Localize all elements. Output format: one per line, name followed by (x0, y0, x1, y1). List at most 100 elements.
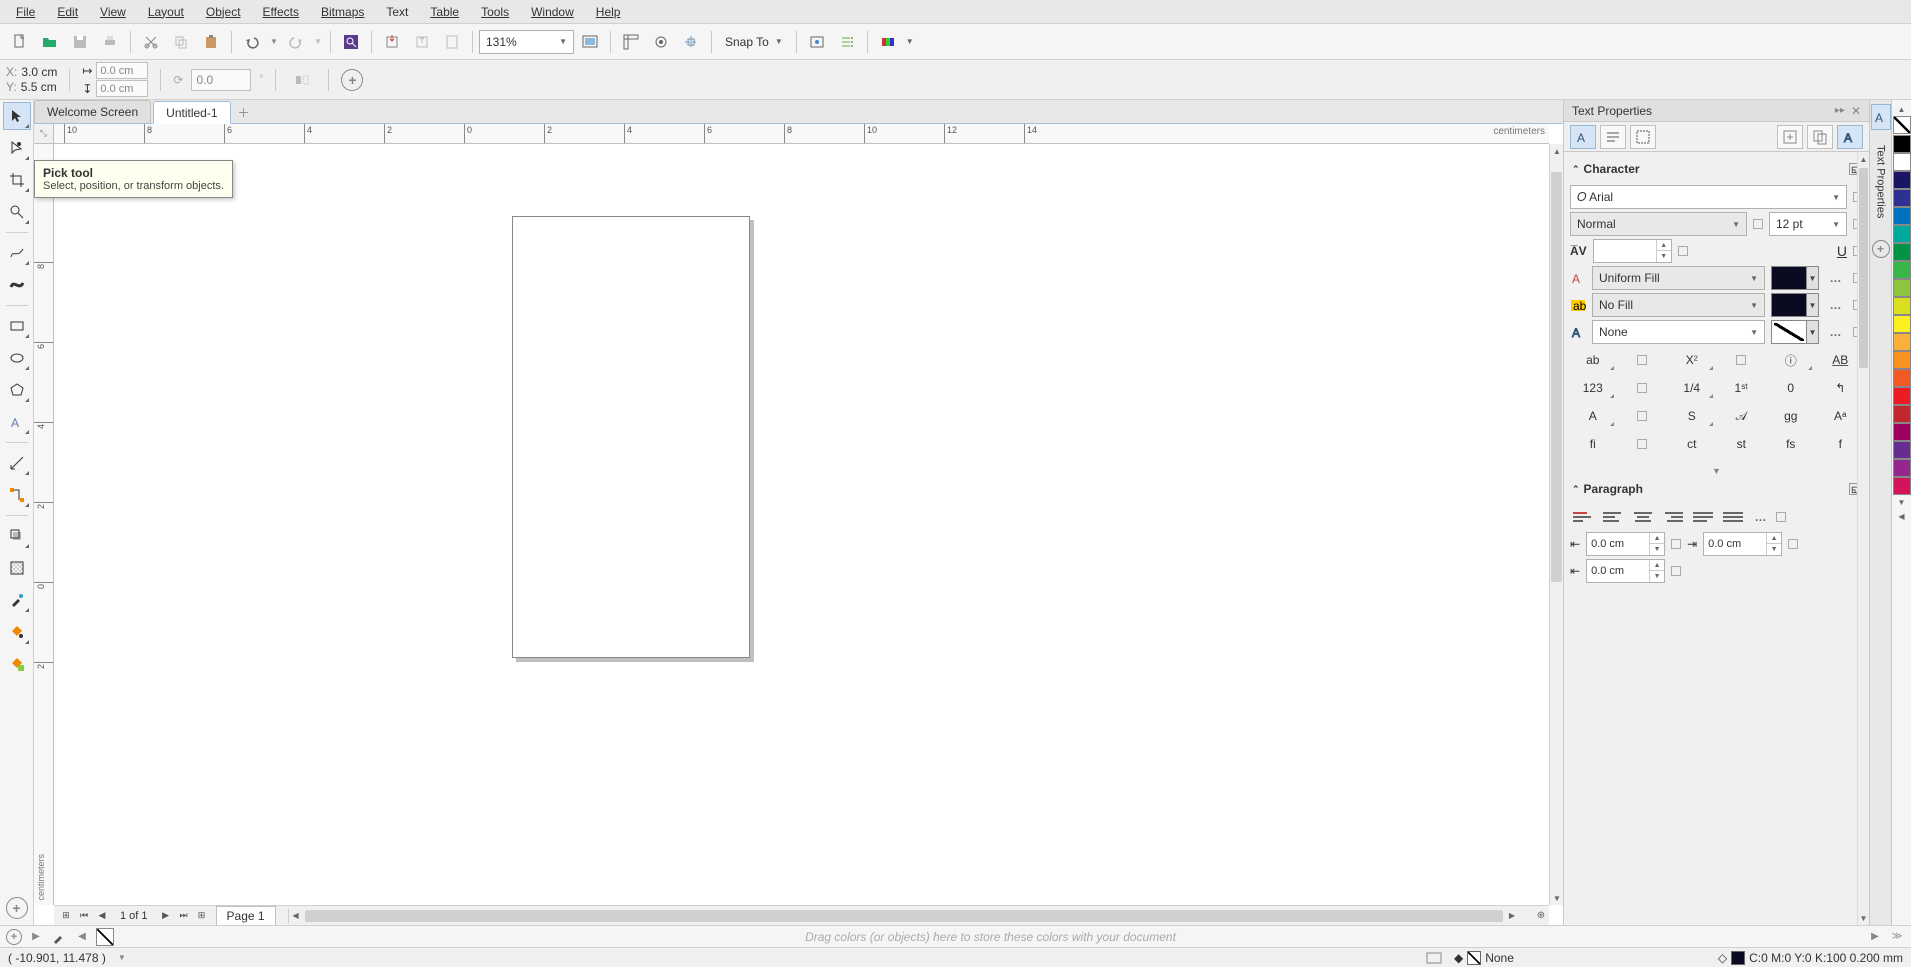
palette-swatch-5[interactable] (1893, 225, 1911, 243)
transparency-tool[interactable] (3, 554, 31, 582)
align-justify-button[interactable] (1690, 506, 1716, 528)
palette-swatch-16[interactable] (1893, 423, 1911, 441)
zoom-tool[interactable] (3, 198, 31, 226)
font-size-combo[interactable]: 12 pt▼ (1769, 212, 1847, 236)
l5[interactable] (1637, 439, 1647, 449)
show-grid-button[interactable] (647, 28, 675, 56)
palette-swatch-11[interactable] (1893, 333, 1911, 351)
menu-bitmaps[interactable]: Bitmaps (311, 2, 374, 22)
menu-file[interactable]: File (6, 2, 45, 22)
fill-more-button[interactable]: … (1825, 267, 1847, 289)
palette-more[interactable]: ≫ (1889, 929, 1905, 945)
edge-tab-label[interactable]: Text Properties (1871, 132, 1891, 232)
palette-swatch-10[interactable] (1893, 315, 1911, 333)
palette-swatch-9[interactable] (1893, 297, 1911, 315)
publish-pdf-button[interactable] (438, 28, 466, 56)
drop-shadow-tool[interactable] (3, 522, 31, 550)
add-page-after-button[interactable]: ⊞ (194, 908, 210, 924)
align-center-button[interactable] (1630, 506, 1656, 528)
ruler-origin[interactable]: ⤡ (34, 124, 54, 144)
palette-left[interactable]: ▶ (28, 929, 44, 945)
horizontal-ruler[interactable]: 10 8 6 4 2 0 2 4 6 8 10 12 14 (54, 124, 1549, 144)
fill-color-picker[interactable]: ▼ (1771, 266, 1819, 290)
search-content-button[interactable] (337, 28, 365, 56)
ligature-fi-button[interactable]: fi (1570, 432, 1616, 456)
menu-view[interactable]: View (90, 2, 136, 22)
ri-lock[interactable] (1788, 539, 1798, 549)
palette-swatch-3[interactable] (1893, 189, 1911, 207)
stylistic-s-button[interactable]: S (1669, 404, 1715, 428)
show-guidelines-button[interactable] (677, 28, 705, 56)
palette-right[interactable]: ▶ (1867, 929, 1883, 945)
eyedropper-tool[interactable] (3, 586, 31, 614)
align-full-justify-button[interactable] (1720, 506, 1746, 528)
menu-help[interactable]: Help (586, 2, 631, 22)
scroll-down-button[interactable]: ▼ (1550, 891, 1564, 905)
hscroll-thumb[interactable] (305, 910, 1503, 922)
palette-swatch-4[interactable] (1893, 207, 1911, 225)
l4[interactable] (1637, 411, 1647, 421)
ordinals-button[interactable]: 1ˢᵗ (1719, 376, 1765, 400)
vertical-scrollbar[interactable]: ▲ ▼ (1549, 144, 1563, 905)
copy-button[interactable] (167, 28, 195, 56)
docker-scrollbar[interactable]: ▲ ▼ (1857, 152, 1869, 925)
connector-tool[interactable] (3, 481, 31, 509)
palette-swatch-18[interactable] (1893, 459, 1911, 477)
l3[interactable] (1637, 383, 1647, 393)
cursor-dropdown-icon[interactable]: ▼ (118, 953, 126, 962)
add-swatch-button[interactable]: + (6, 929, 22, 945)
bg-color-picker[interactable]: ▼ (1771, 293, 1819, 317)
open-button[interactable] (36, 28, 64, 56)
kerning-input[interactable]: ▲▼ (1593, 239, 1672, 263)
rectangle-tool[interactable] (3, 312, 31, 340)
outline-width-combo[interactable]: None▼ (1592, 320, 1765, 344)
edge-tab-text-properties[interactable]: A (1871, 104, 1891, 130)
frame-tab-button[interactable] (1630, 125, 1656, 149)
align-none-button[interactable] (1570, 506, 1596, 528)
fill-swatch[interactable] (1467, 951, 1481, 965)
palette-swatch-17[interactable] (1893, 441, 1911, 459)
left-indent-input[interactable]: ▲▼ (1586, 532, 1665, 556)
color-theme-dropdown[interactable]: ▼ (904, 28, 916, 56)
app-launcher-button[interactable] (833, 28, 861, 56)
bg-more-button[interactable]: … (1825, 294, 1847, 316)
kerning-lock[interactable] (1678, 246, 1688, 256)
tab-untitled-1[interactable]: Untitled-1 (153, 101, 230, 124)
add-docker-button[interactable]: + (1872, 240, 1890, 258)
menu-edit[interactable]: Edit (47, 2, 88, 22)
paragraph-tab-button[interactable] (1600, 125, 1626, 149)
ellipse-tool[interactable] (3, 344, 31, 372)
palette-swatch-13[interactable] (1893, 369, 1911, 387)
smart-fill-tool[interactable] (3, 650, 31, 678)
palette-swatch-1[interactable] (1893, 153, 1911, 171)
menu-text[interactable]: Text (376, 2, 418, 22)
palette-swatch-15[interactable] (1893, 405, 1911, 423)
undo-button[interactable] (238, 28, 266, 56)
mirror-button[interactable] (288, 66, 316, 94)
align-lock[interactable] (1776, 512, 1786, 522)
outline-more-button[interactable]: … (1825, 321, 1847, 343)
palette-swatch-12[interactable] (1893, 351, 1911, 369)
page-tab-1[interactable]: Page 1 (216, 906, 276, 925)
fill-type-combo[interactable]: Uniform Fill▼ (1592, 266, 1765, 290)
page[interactable] (512, 216, 750, 658)
copy-style-button[interactable] (1807, 125, 1833, 149)
undo-dropdown[interactable]: ▼ (268, 28, 280, 56)
palette-swatch-6[interactable] (1893, 243, 1911, 261)
style-lock[interactable] (1753, 219, 1763, 229)
palette-expand[interactable]: ◀ (74, 929, 90, 945)
first-line-indent-input[interactable]: ▲▼ (1586, 559, 1665, 583)
outline-color-picker[interactable]: ▼ (1771, 320, 1819, 344)
l1[interactable] (1637, 355, 1647, 365)
menu-tools[interactable]: Tools (471, 2, 519, 22)
palette-swatch-0[interactable] (1893, 135, 1911, 153)
freehand-tool[interactable] (3, 239, 31, 267)
align-more-button[interactable]: … (1750, 506, 1772, 528)
next-page-button[interactable]: ▶ (158, 908, 174, 924)
numerals-button[interactable]: 123 (1570, 376, 1616, 400)
polygon-tool[interactable] (3, 376, 31, 404)
menu-layout[interactable]: Layout (138, 2, 194, 22)
vertical-ruler[interactable]: 10 8 6 4 2 0 2 (34, 144, 54, 905)
customize-toolbox-button[interactable]: + (6, 897, 28, 919)
pick-tool[interactable] (3, 102, 31, 130)
